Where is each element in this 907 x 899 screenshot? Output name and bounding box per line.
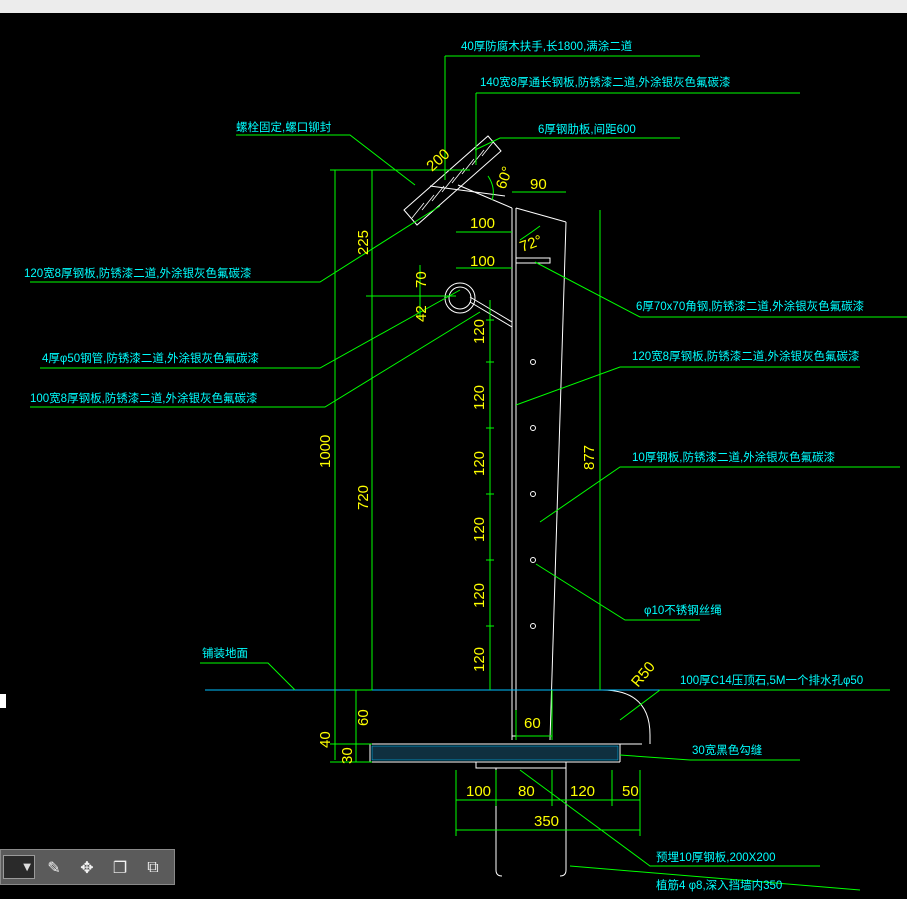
dim-100a: 100	[470, 215, 495, 232]
note-plate-120b: 120宽8厚钢板,防锈漆二道,外涂银灰色氟碳漆	[632, 349, 859, 363]
dim-720: 720	[355, 485, 372, 510]
paste-button[interactable]: ⧉	[139, 853, 167, 881]
dim-40: 40	[317, 731, 334, 748]
dim-70: 70	[413, 271, 430, 288]
note-anchor: 植筋4 φ8,深入挡墙内350	[656, 878, 782, 892]
dim-30: 30	[339, 747, 356, 764]
copy-icon: ❐	[112, 857, 128, 877]
move-button[interactable]: ✥	[73, 853, 101, 881]
dim-72: 72°	[518, 232, 545, 256]
note-ground: 铺装地面	[202, 647, 248, 660]
note-rib: 6厚钢肋板,间距600	[538, 122, 636, 136]
handrail-hatch	[411, 140, 495, 219]
note-text: 40厚防腐木扶手,长1800,满涂二道 140宽8厚通长钢板,防锈漆二道,外涂银…	[24, 39, 864, 892]
note-top-plate: 140宽8厚通长钢板,防锈漆二道,外涂银灰色氟碳漆	[480, 75, 730, 89]
move-icon: ✥	[80, 857, 94, 877]
dimension-text: 200 60° 90 100 72° 100 225 70 42 1000 72…	[317, 146, 659, 830]
dim-b100: 100	[466, 783, 491, 800]
structure-lines	[369, 135, 651, 877]
dim-120-4: 120	[471, 517, 488, 542]
chevron-down-icon: ▼	[23, 861, 31, 873]
handrail-block	[403, 135, 502, 226]
dim-b50: 50	[622, 783, 639, 800]
note-handrail: 40厚防腐木扶手,长1800,满涂二道	[461, 39, 633, 53]
steel-pipe	[444, 282, 476, 314]
note-plate-100: 100宽8厚钢板,防锈漆二道,外涂银灰色氟碳漆	[30, 391, 257, 405]
dim-877: 877	[581, 445, 598, 470]
dim-1000: 1000	[317, 435, 334, 468]
edit-icon: ✎	[47, 857, 61, 877]
note-bolt: 螺栓固定,螺口铆封	[236, 120, 332, 134]
dim-120-5: 120	[471, 583, 488, 608]
dim-60: 60	[355, 709, 372, 726]
window-top-strip	[0, 0, 907, 13]
dim-b350: 350	[534, 813, 559, 830]
railing-section-drawing: 200 60° 90 100 72° 100 225 70 42 1000 72…	[24, 39, 907, 892]
dim-120-1: 120	[471, 319, 488, 344]
leader-lines	[30, 55, 907, 891]
floating-toolbar: ▼ ✎ ✥ ❐ ⧉	[0, 849, 175, 885]
dim-b120: 120	[570, 783, 595, 800]
dim-120-2: 120	[471, 385, 488, 410]
note-wire: φ10不锈钢丝绳	[644, 603, 722, 617]
note-embed: 预埋10厚钢板,200X200	[656, 850, 776, 864]
note-angle: 6厚70x70角钢,防锈漆二道,外涂银灰色氟碳漆	[636, 299, 864, 313]
left-edge-marker	[0, 694, 6, 708]
edit-button[interactable]: ✎	[40, 853, 68, 881]
dim-90: 90	[530, 176, 547, 193]
cad-drawing-canvas[interactable]: 200 60° 90 100 72° 100 225 70 42 1000 72…	[0, 13, 907, 899]
dim-60deg: 60°	[493, 164, 517, 191]
dim-60b: 60	[524, 715, 541, 732]
dim-120-3: 120	[471, 451, 488, 476]
dim-100b: 100	[470, 253, 495, 270]
layer-dropdown[interactable]: ▼	[3, 855, 35, 879]
note-plate-10: 10厚钢板,防锈漆二道,外涂银灰色氟碳漆	[632, 450, 835, 464]
note-pipe: 4厚φ50钢管,防锈漆二道,外涂银灰色氟碳漆	[42, 351, 259, 365]
dim-42: 42	[413, 305, 430, 322]
dim-b80: 80	[518, 783, 535, 800]
note-curb: 100厚C14压顶石,5M一个排水孔φ50	[680, 673, 863, 687]
paste-icon: ⧉	[147, 857, 159, 876]
note-mortar: 30宽黑色勾缝	[692, 743, 763, 757]
dim-r50: R50	[628, 659, 659, 691]
copy-button[interactable]: ❐	[106, 853, 134, 881]
dim-225: 225	[355, 230, 372, 255]
note-plate-120: 120宽8厚钢板,防锈漆二道,外涂银灰色氟碳漆	[24, 266, 251, 280]
dim-120-6: 120	[471, 647, 488, 672]
mortar-band	[371, 745, 619, 761]
